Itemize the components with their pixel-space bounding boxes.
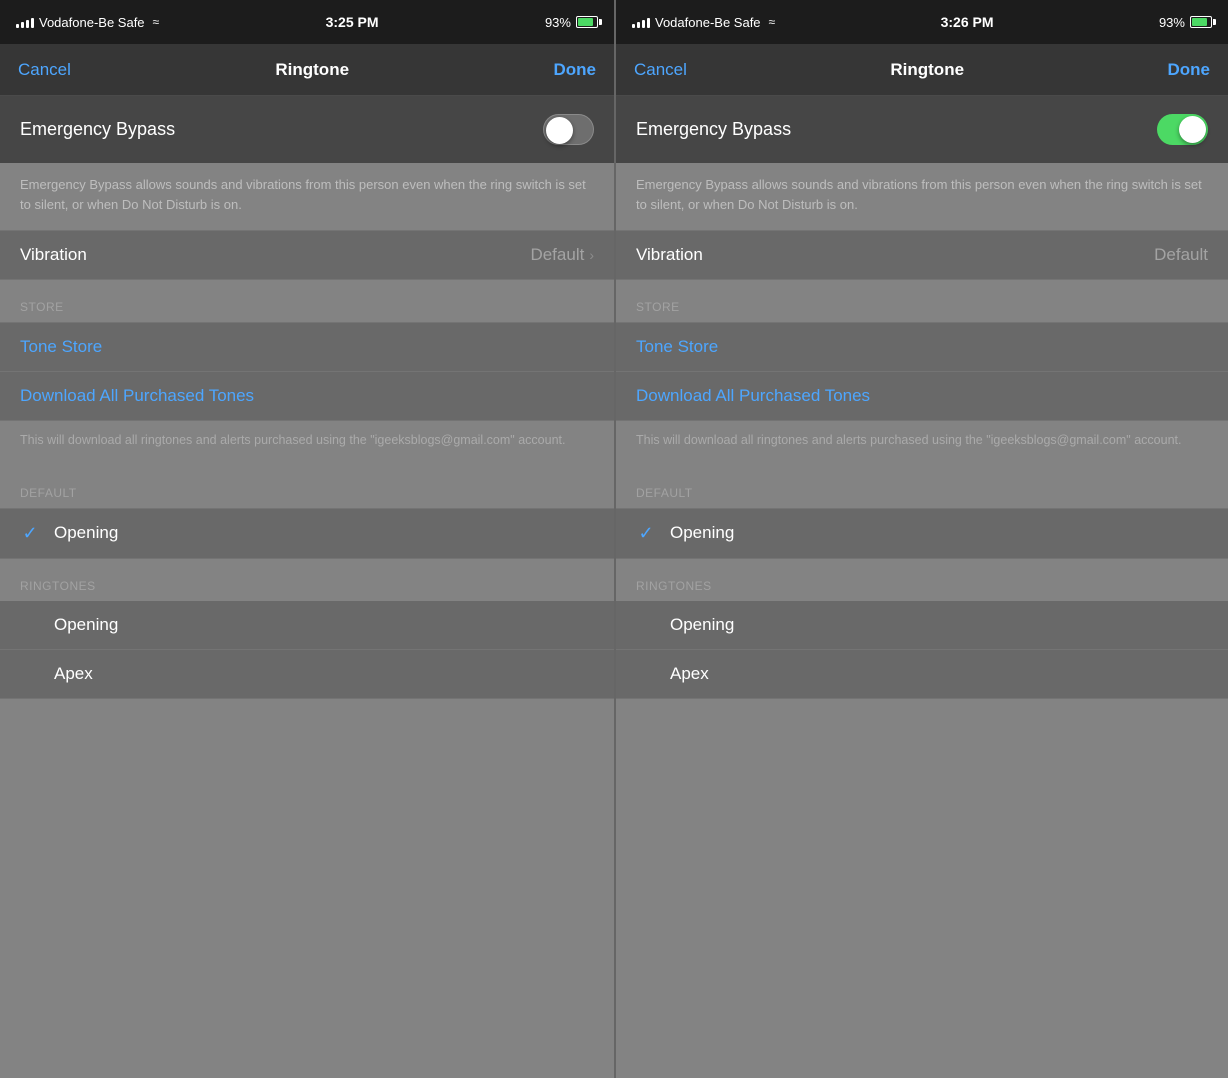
status-left-right: Vodafone-Be Safe ≈ xyxy=(632,15,775,30)
signal-bar-r1 xyxy=(632,24,635,28)
description-section-left: Emergency Bypass allows sounds and vibra… xyxy=(0,163,614,230)
ringtone-apex-right[interactable]: Apex xyxy=(616,650,1228,699)
vibration-label-left: Vibration xyxy=(20,245,87,265)
status-left: Vodafone-Be Safe ≈ xyxy=(16,15,159,30)
description-text-right: Emergency Bypass allows sounds and vibra… xyxy=(636,175,1208,214)
done-button-left[interactable]: Done xyxy=(553,60,596,80)
signal-icon-right xyxy=(632,16,650,28)
tone-store-item-right[interactable]: Tone Store xyxy=(616,322,1228,372)
vibration-value-right: Default xyxy=(1154,245,1208,265)
ringtone-apex-label-left: Apex xyxy=(54,664,93,683)
vibration-chevron-left: › xyxy=(589,247,594,263)
download-note-right: This will download all ringtones and ale… xyxy=(616,421,1228,466)
vibration-row-left[interactable]: Vibration Default › xyxy=(0,230,614,280)
default-opening-item-right[interactable]: ✓ Opening xyxy=(616,508,1228,559)
vibration-row-right[interactable]: Vibration Default xyxy=(616,230,1228,280)
tone-store-item-left[interactable]: Tone Store xyxy=(0,322,614,372)
ringtone-opening-label-left: Opening xyxy=(54,615,118,634)
ringtones-section-header-right: RINGTONES xyxy=(616,559,1228,601)
signal-bar-r4 xyxy=(647,18,650,28)
ringtone-opening-right[interactable]: Opening xyxy=(616,601,1228,650)
ringtone-opening-label-right: Opening xyxy=(670,615,734,634)
nav-title-left: Ringtone xyxy=(275,60,349,80)
time-left: 3:25 PM xyxy=(326,14,379,30)
vibration-label-right: Vibration xyxy=(636,245,703,265)
store-section-header-right: STORE xyxy=(616,280,1228,322)
ringtone-apex-left[interactable]: Apex xyxy=(0,650,614,699)
toggle-knob-right xyxy=(1179,116,1206,143)
battery-icon-left xyxy=(576,16,598,28)
emergency-label-left: Emergency Bypass xyxy=(20,119,175,140)
ringtone-apex-label-right: Apex xyxy=(670,664,709,683)
store-section-header-left: STORE xyxy=(0,280,614,322)
ringtones-section-header-left: RINGTONES xyxy=(0,559,614,601)
ringtone-opening-left[interactable]: Opening xyxy=(0,601,614,650)
signal-bar-4 xyxy=(31,18,34,28)
download-all-text-left: Download All Purchased Tones xyxy=(20,386,254,405)
signal-bar-2 xyxy=(21,22,24,28)
signal-bar-3 xyxy=(26,20,29,28)
toggle-knob-left xyxy=(546,117,573,144)
vibration-value-left: Default › xyxy=(530,245,594,265)
tone-store-text-left: Tone Store xyxy=(20,337,102,356)
battery-percent-left: 93% xyxy=(545,15,571,30)
status-bar-left: Vodafone-Be Safe ≈ 3:25 PM 93% xyxy=(0,0,614,44)
download-all-item-right[interactable]: Download All Purchased Tones xyxy=(616,372,1228,421)
status-right-left: 93% xyxy=(545,15,598,30)
carrier-left: Vodafone-Be Safe xyxy=(39,15,145,30)
battery-fill-left xyxy=(578,18,593,26)
default-opening-item-left[interactable]: ✓ Opening xyxy=(0,508,614,559)
emergency-label-right: Emergency Bypass xyxy=(636,119,791,140)
cancel-button-left[interactable]: Cancel xyxy=(18,60,71,80)
signal-bar-r2 xyxy=(637,22,640,28)
tone-store-text-right: Tone Store xyxy=(636,337,718,356)
signal-icon xyxy=(16,16,34,28)
content-right: Emergency Bypass Emergency Bypass allows… xyxy=(616,96,1228,1078)
signal-bar-r3 xyxy=(642,20,645,28)
time-right: 3:26 PM xyxy=(941,14,994,30)
left-panel: Vodafone-Be Safe ≈ 3:25 PM 93% Cancel Ri… xyxy=(0,0,614,1078)
content-left: Emergency Bypass Emergency Bypass allows… xyxy=(0,96,614,1078)
default-section-header-left: DEFAULT xyxy=(0,466,614,508)
emergency-bypass-row-right: Emergency Bypass xyxy=(616,96,1228,163)
checkmark-left: ✓ xyxy=(20,523,40,544)
default-opening-label-left: Opening xyxy=(54,523,118,543)
emergency-toggle-left[interactable] xyxy=(543,114,594,145)
emergency-bypass-row-left: Emergency Bypass xyxy=(0,96,614,163)
done-button-right[interactable]: Done xyxy=(1167,60,1210,80)
battery-icon-right xyxy=(1190,16,1212,28)
description-section-right: Emergency Bypass allows sounds and vibra… xyxy=(616,163,1228,230)
default-opening-label-right: Opening xyxy=(670,523,734,543)
checkmark-right: ✓ xyxy=(636,523,656,544)
download-all-text-right: Download All Purchased Tones xyxy=(636,386,870,405)
wifi-icon-right: ≈ xyxy=(769,15,776,29)
download-note-left: This will download all ringtones and ale… xyxy=(0,421,614,466)
carrier-right: Vodafone-Be Safe xyxy=(655,15,761,30)
signal-bar-1 xyxy=(16,24,19,28)
battery-percent-right: 93% xyxy=(1159,15,1185,30)
description-text-left: Emergency Bypass allows sounds and vibra… xyxy=(20,175,594,214)
status-bar-right: Vodafone-Be Safe ≈ 3:26 PM 93% xyxy=(616,0,1228,44)
nav-title-right: Ringtone xyxy=(890,60,964,80)
cancel-button-right[interactable]: Cancel xyxy=(634,60,687,80)
battery-fill-right xyxy=(1192,18,1207,26)
wifi-icon-left: ≈ xyxy=(153,15,160,29)
download-all-item-left[interactable]: Download All Purchased Tones xyxy=(0,372,614,421)
default-section-header-right: DEFAULT xyxy=(616,466,1228,508)
right-panel: Vodafone-Be Safe ≈ 3:26 PM 93% Cancel Ri… xyxy=(614,0,1228,1078)
nav-bar-right: Cancel Ringtone Done xyxy=(616,44,1228,96)
status-right-right: 93% xyxy=(1159,15,1212,30)
nav-bar-left: Cancel Ringtone Done xyxy=(0,44,614,96)
emergency-toggle-right[interactable] xyxy=(1157,114,1208,145)
